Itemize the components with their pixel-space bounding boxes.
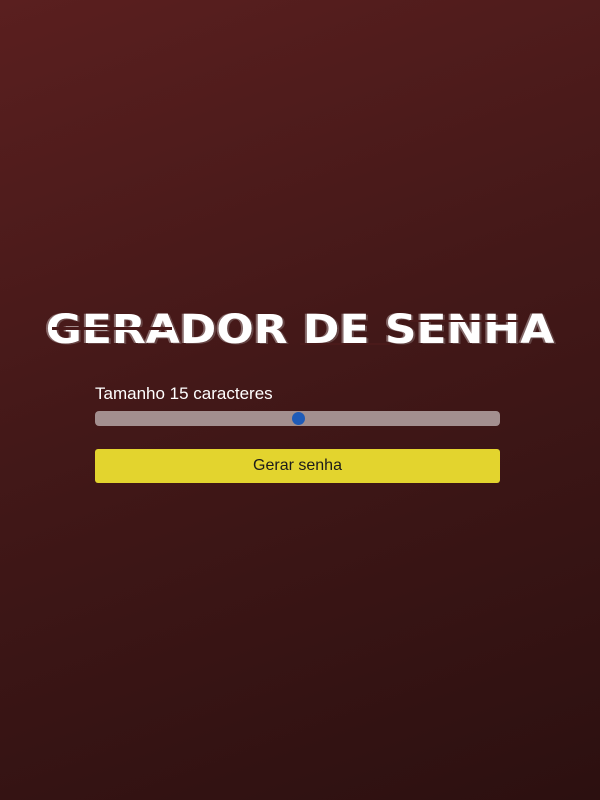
length-slider[interactable] [95, 411, 500, 426]
controls-panel: Tamanho 15 caracteres Gerar senha [95, 383, 500, 483]
page-title: GERADOR DE SENHA [45, 306, 555, 353]
password-generator-app: GERADOR DE SENHA Tamanho 15 caracteres G… [0, 0, 600, 800]
slider-thumb[interactable] [291, 412, 305, 425]
generate-password-button[interactable]: Gerar senha [95, 449, 500, 483]
length-label: Tamanho 15 caracteres [95, 384, 273, 403]
